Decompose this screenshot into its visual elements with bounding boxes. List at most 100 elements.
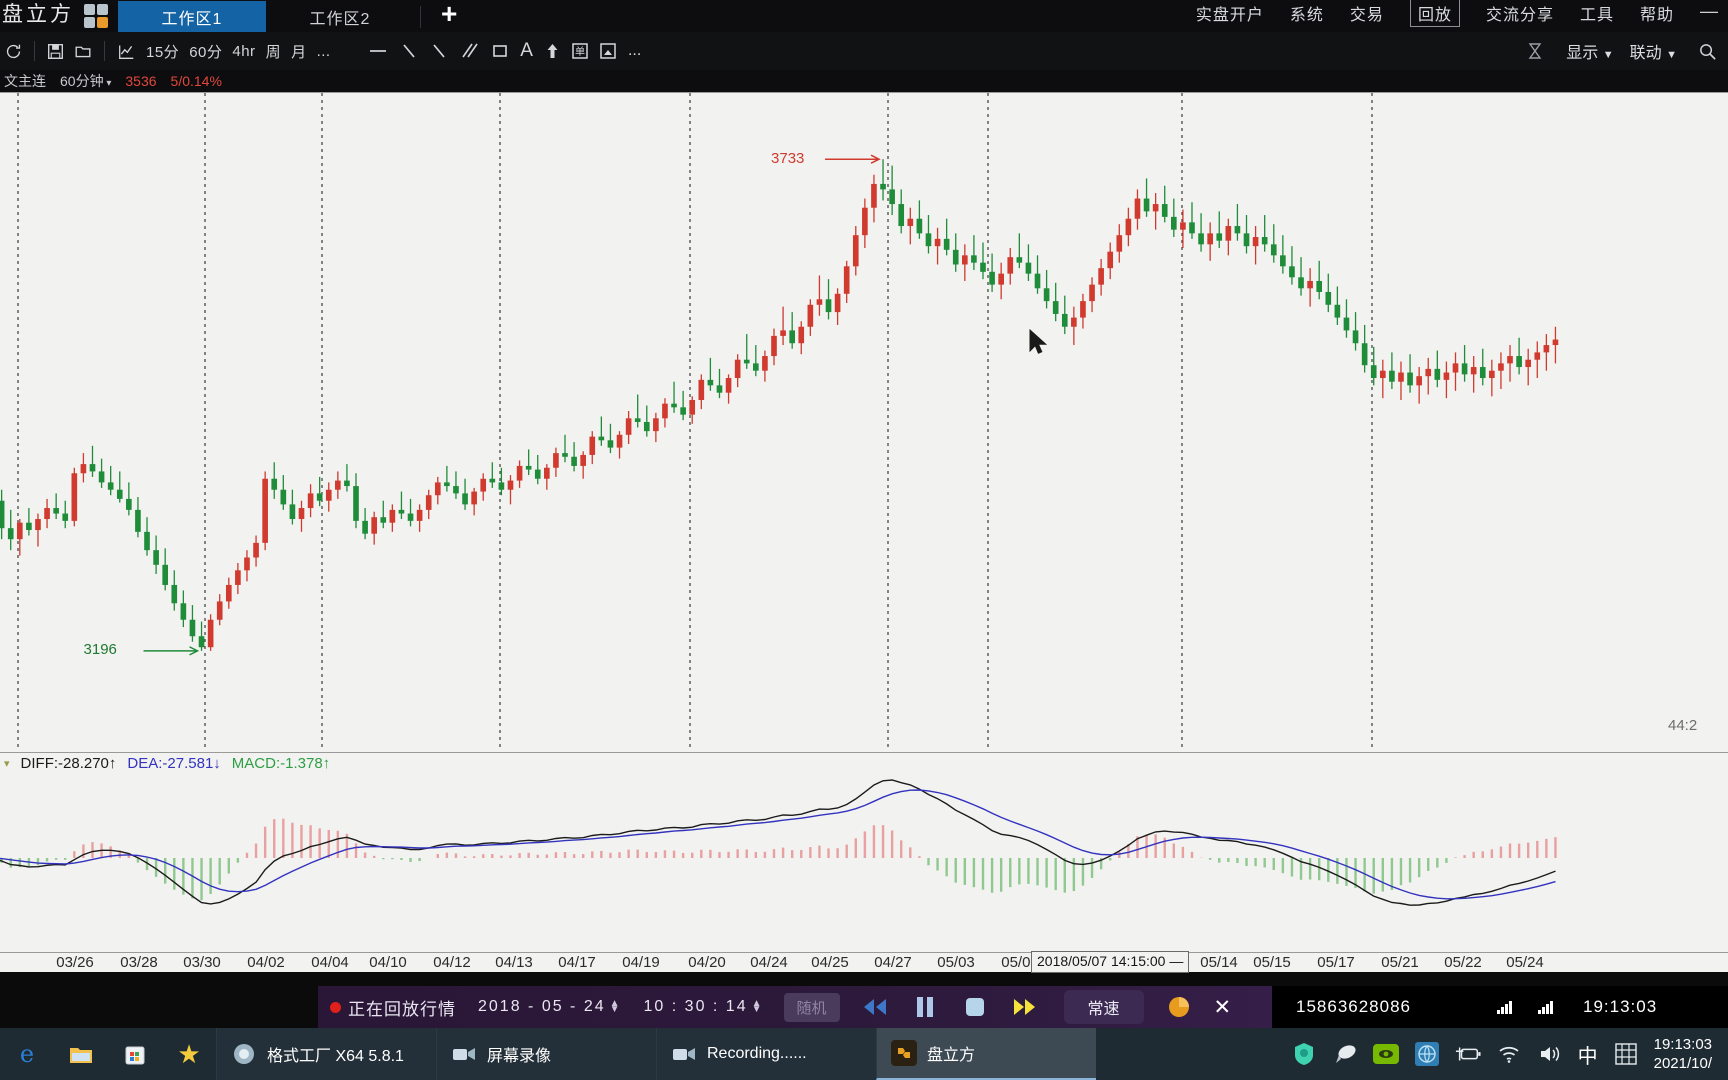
mouse-icon[interactable] xyxy=(1332,1041,1358,1067)
ray-line-icon[interactable] xyxy=(424,36,454,66)
chevron-down-icon: ▾ xyxy=(103,78,112,89)
x-axis-tick: 04/27 xyxy=(874,954,912,971)
taskbar-window-label: 屏幕录像 xyxy=(487,1048,552,1065)
phone-status-bar: 15863628086 19:13:03 xyxy=(1272,986,1728,1028)
rewind-button[interactable] xyxy=(860,994,890,1020)
signal-bars-icon xyxy=(1497,1000,1513,1014)
x-axis-tick: 04/24 xyxy=(750,954,788,971)
x-axis-tick: 04/19 xyxy=(622,954,660,971)
stepper-arrows-icon[interactable]: ▲ ▼ xyxy=(610,999,622,1015)
save-icon[interactable] xyxy=(42,36,69,66)
period-60m[interactable]: 60分 xyxy=(184,41,227,62)
trend-line-icon[interactable] xyxy=(394,36,424,66)
playback-date-stepper[interactable]: 2018 - 05 - 24 ▲ ▼ xyxy=(478,998,622,1016)
taskbar-window-format-factory[interactable]: 格式工厂 X64 5.8.1 xyxy=(216,1028,436,1080)
playback-date-value: 2018 - 05 - 24 xyxy=(478,998,606,1015)
period-4h[interactable]: 4hr xyxy=(227,43,260,60)
rectangle-icon[interactable] xyxy=(486,36,514,66)
quote-last-price: 3536 xyxy=(125,73,157,89)
period-more[interactable]: ... xyxy=(312,43,336,60)
arrow-up-icon[interactable] xyxy=(540,36,566,66)
minimize-icon[interactable]: — xyxy=(1700,1,1718,26)
speed-button[interactable]: 常速 xyxy=(1063,990,1144,1024)
workspace-tab-2[interactable]: 工作区2 xyxy=(266,1,414,32)
chevron-down-icon: ▼ xyxy=(1666,49,1677,61)
status-clock: 19:13:03 xyxy=(1583,997,1658,1016)
menu-item-replay[interactable]: 回放 xyxy=(1409,0,1460,27)
add-workspace-button[interactable]: + xyxy=(427,0,471,32)
taskbar-item-star[interactable]: ★ xyxy=(162,1028,216,1080)
menu-item-account[interactable]: 实盘开户 xyxy=(1196,1,1264,25)
taskbar-window-panlifang[interactable]: 盘立方 xyxy=(876,1028,1096,1080)
menu-item-tools[interactable]: 工具 xyxy=(1580,1,1614,25)
link-menu[interactable]: 联动 ▼ xyxy=(1630,39,1677,63)
link-menu-label: 联动 xyxy=(1629,45,1662,62)
x-axis-tick: 05/21 xyxy=(1381,954,1419,971)
edge-icon: e xyxy=(19,1040,35,1068)
taskbar-item-explorer[interactable] xyxy=(54,1028,108,1080)
chevron-down-icon: ▼ xyxy=(1602,49,1614,61)
tab-divider xyxy=(420,6,421,28)
image-icon[interactable] xyxy=(594,36,622,66)
wifi-icon[interactable] xyxy=(1496,1041,1522,1067)
x-axis-tick: 04/04 xyxy=(311,954,349,971)
text-icon[interactable]: A xyxy=(514,36,540,66)
toolbar-divider-2 xyxy=(104,41,105,61)
menu-item-help[interactable]: 帮助 xyxy=(1640,1,1674,25)
more-icon[interactable]: ... xyxy=(622,36,648,66)
x-axis-tick: 04/10 xyxy=(369,954,407,971)
search-icon[interactable] xyxy=(1693,36,1722,66)
quote-period[interactable]: 60分钟 ▾ xyxy=(60,71,111,91)
x-axis-tick: 05/14 xyxy=(1200,954,1238,971)
close-playback-button[interactable]: ✕ xyxy=(1214,995,1232,1020)
app-brand: 盘立方 xyxy=(2,2,74,26)
phone-number: 15863628086 xyxy=(1296,997,1412,1016)
menu-item-trade[interactable]: 交易 xyxy=(1350,1,1384,25)
playback-status-label: 正在回放行情 xyxy=(348,999,456,1019)
period-month[interactable]: 月 xyxy=(286,41,312,62)
taskbar-window-screen-recorder[interactable]: 屏幕录像 xyxy=(436,1028,656,1080)
playback-time-stepper[interactable]: 10 : 30 : 14 ▲ ▼ xyxy=(644,998,764,1016)
period-15m[interactable]: 15分 xyxy=(141,41,184,62)
low-price-label: 3196 xyxy=(83,640,117,658)
pause-button[interactable] xyxy=(910,994,940,1020)
workspace-tab-2-label: 工作区2 xyxy=(309,10,371,28)
display-menu[interactable]: 显示 ▼ xyxy=(1566,39,1613,63)
folder-open-icon[interactable] xyxy=(69,36,97,66)
alarm-icon[interactable] xyxy=(1520,36,1550,66)
shield-icon[interactable] xyxy=(1291,1041,1317,1067)
quote-symbol[interactable]: 文主连 xyxy=(4,71,46,91)
parallel-channel-icon[interactable] xyxy=(454,36,486,66)
workspace-tab-1[interactable]: 工作区1 xyxy=(118,1,266,32)
menu-item-system[interactable]: 系统 xyxy=(1290,1,1324,25)
stop-button[interactable] xyxy=(960,994,990,1020)
taskbar-clock[interactable]: 19:13:03 2021/10/ xyxy=(1654,1035,1718,1073)
taskbar-window-recording[interactable]: Recording...... xyxy=(656,1028,876,1080)
price-pane[interactable]: 3733 3196 44:2 xyxy=(0,92,1728,752)
volume-icon[interactable] xyxy=(1537,1041,1563,1067)
x-axis-tick: 05/24 xyxy=(1506,954,1544,971)
ime-indicator[interactable]: 中 xyxy=(1578,1040,1598,1069)
x-axis-tick: 03/26 xyxy=(56,954,94,971)
network-globe-icon[interactable] xyxy=(1414,1041,1440,1067)
taskbar-item-store[interactable] xyxy=(108,1028,162,1080)
stepper-arrows-icon[interactable]: ▲ ▼ xyxy=(752,999,764,1015)
period-week[interactable]: 周 xyxy=(261,41,287,62)
pinyin-icon[interactable] xyxy=(1613,1041,1639,1067)
svg-text:单: 单 xyxy=(575,46,585,58)
x-axis-tick: 04/17 xyxy=(558,954,596,971)
taskbar-item-edge[interactable]: e xyxy=(0,1028,54,1080)
menu-item-share[interactable]: 交流分享 xyxy=(1486,1,1554,25)
line-chart-icon[interactable] xyxy=(112,36,141,66)
random-button[interactable]: 随机 xyxy=(783,992,840,1022)
refresh-icon[interactable] xyxy=(0,36,27,66)
horizontal-line-icon[interactable] xyxy=(362,36,394,66)
macd-pane[interactable]: ▾ DIFF:-28.270↑ DEA:-27.581↓ MACD:-1.378… xyxy=(0,752,1728,952)
label-icon[interactable]: 单 xyxy=(566,36,594,66)
fast-forward-button[interactable] xyxy=(1010,994,1040,1020)
x-axis-tick: 03/30 xyxy=(183,954,221,971)
battery-icon[interactable] xyxy=(1455,1041,1481,1067)
chart-container[interactable]: 3733 3196 44:2 ▾ DIFF:-28.270↑ DEA:-27.5… xyxy=(0,92,1728,973)
pie-chart-icon[interactable] xyxy=(1164,994,1194,1020)
nvidia-icon[interactable] xyxy=(1372,1044,1399,1064)
